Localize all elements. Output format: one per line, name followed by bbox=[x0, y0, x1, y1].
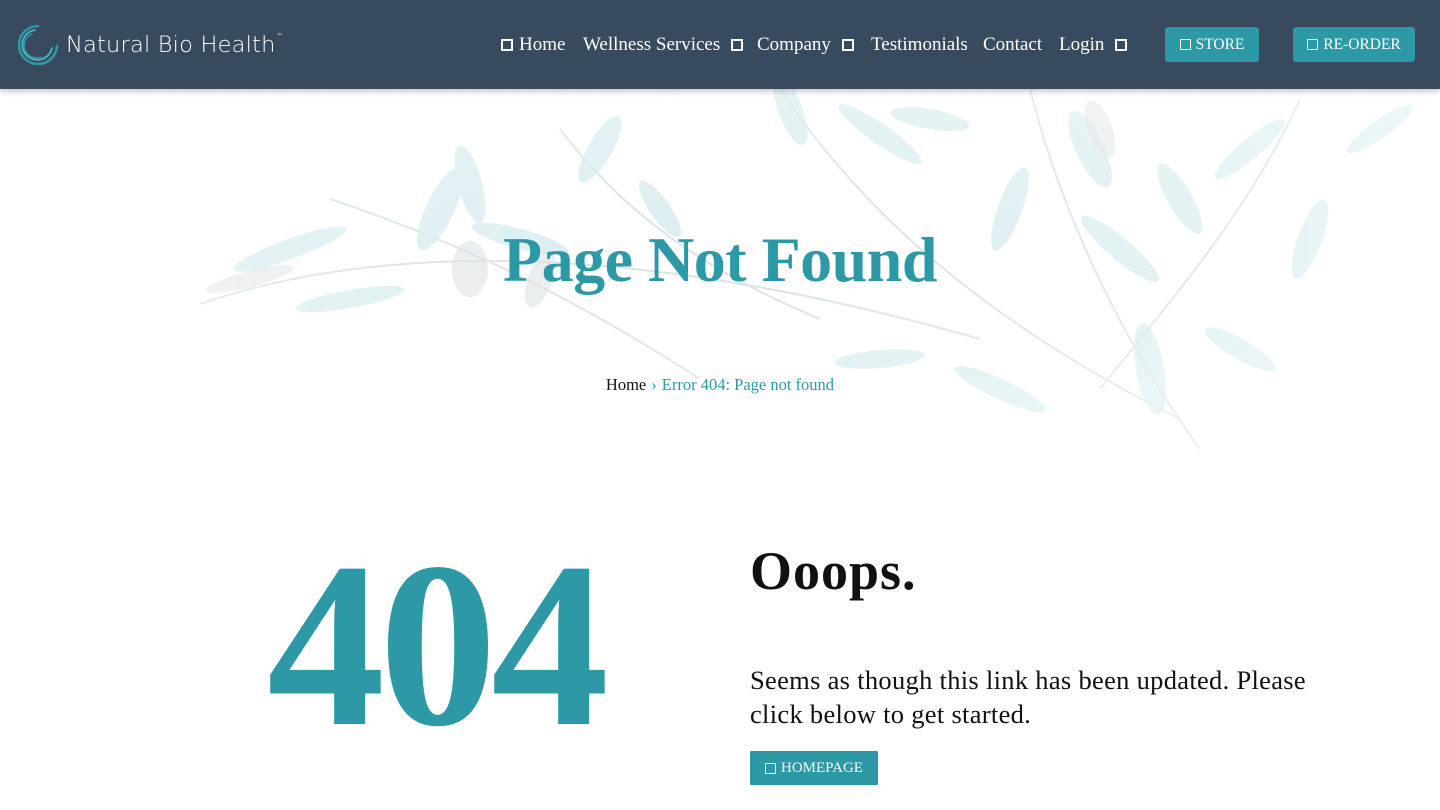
square-outline-icon bbox=[765, 762, 777, 774]
breadcrumb: Home › Error 404: Page not found bbox=[0, 375, 1440, 395]
store-button-label: STORE bbox=[1195, 35, 1245, 53]
square-outline-icon bbox=[1307, 39, 1319, 50]
page-title: Page Not Found bbox=[503, 224, 937, 295]
nav-item-contact[interactable]: Contact bbox=[983, 33, 1042, 57]
reorder-button-label: RE-ORDER bbox=[1323, 35, 1401, 53]
square-outline-icon bbox=[731, 39, 744, 51]
square-outline-icon bbox=[501, 39, 513, 51]
square-outline-icon bbox=[1179, 39, 1191, 50]
square-outline-icon bbox=[1115, 39, 1128, 51]
error-code: 404 bbox=[267, 515, 609, 776]
reorder-button[interactable]: RE-ORDER bbox=[1293, 27, 1415, 62]
nav-company-label: Company bbox=[757, 34, 831, 55]
breadcrumb-home-link[interactable]: Home bbox=[606, 375, 646, 394]
square-outline-icon bbox=[841, 39, 854, 51]
breadcrumb-current: Error 404: Page not found bbox=[661, 375, 835, 394]
error-message: Seems as though this link has been updat… bbox=[750, 665, 1306, 729]
homepage-button[interactable]: HOMEPAGE bbox=[750, 751, 878, 785]
nav-login-label: Login bbox=[1059, 34, 1105, 55]
error-heading: Ooops. bbox=[750, 541, 917, 601]
hero-banner: Page Not Found Home › Error 404: Page not … bbox=[0, 89, 1440, 479]
nav-item-home[interactable]: Home bbox=[501, 33, 565, 57]
nav-home-label: Home bbox=[519, 34, 566, 55]
site-header: Natural Bio Health ™ Home Wellness Servi… bbox=[0, 0, 1440, 89]
homepage-button-label: HOMEPAGE bbox=[781, 759, 863, 776]
main-nav: Home Wellness Services Company Testimoni… bbox=[0, 0, 1440, 89]
store-button[interactable]: STORE bbox=[1165, 27, 1259, 62]
breadcrumb-separator: › bbox=[651, 375, 657, 394]
nav-item-wellness-services[interactable]: Wellness Services bbox=[583, 33, 744, 57]
nav-item-testimonials[interactable]: Testimonials bbox=[871, 33, 968, 57]
nav-item-login[interactable]: Login bbox=[1059, 33, 1128, 57]
nav-item-company[interactable]: Company bbox=[757, 33, 854, 57]
nav-contact-label: Contact bbox=[983, 34, 1043, 55]
nav-wellness-label: Wellness Services bbox=[583, 34, 721, 55]
nav-testimonials-label: Testimonials bbox=[871, 34, 968, 55]
